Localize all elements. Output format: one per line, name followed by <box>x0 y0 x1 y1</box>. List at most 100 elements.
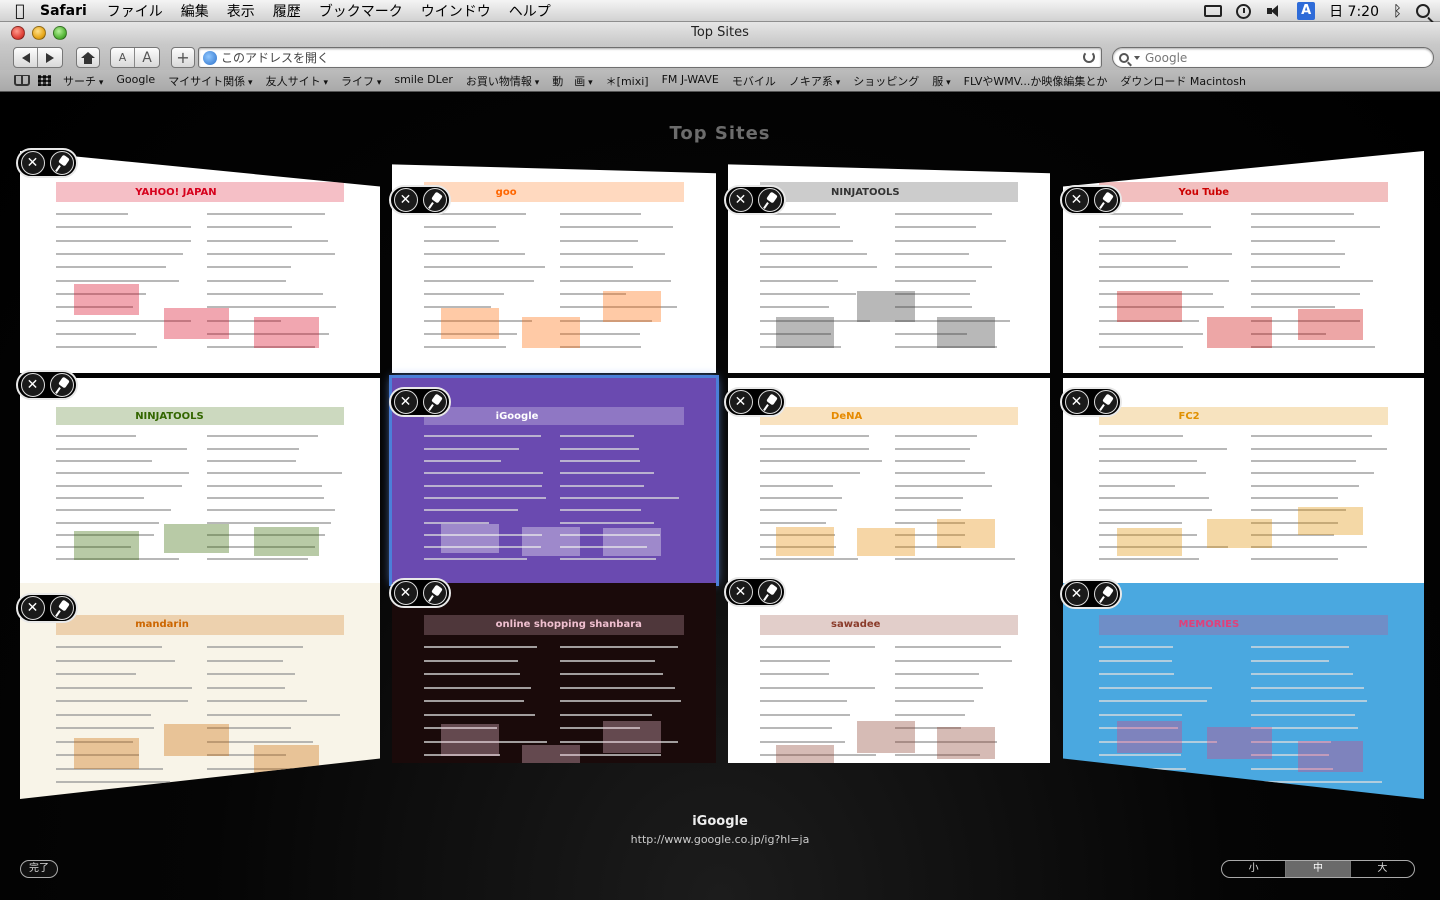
bookmark-item[interactable]: サーチ <box>63 73 103 89</box>
pin-site-icon[interactable] <box>422 581 447 605</box>
bookmark-item[interactable]: モバイル <box>732 73 776 89</box>
remove-site-icon[interactable]: ✕ <box>728 580 753 604</box>
top-site-tile[interactable]: NINJATOOLS <box>20 378 380 583</box>
pin-site-icon[interactable] <box>757 390 782 414</box>
text-size-group: A A <box>110 47 160 68</box>
pin-site-icon[interactable] <box>422 390 447 414</box>
text-bigger-button[interactable]: A <box>135 48 159 67</box>
menu-clock[interactable]: 日 7:20 <box>1329 1 1379 21</box>
status-area: A 日 7:20 ᛒ <box>1204 0 1430 22</box>
menu-file[interactable]: ファイル <box>107 1 163 21</box>
bookmark-item[interactable]: お買い物情報 <box>466 73 539 89</box>
top-site-tile[interactable]: online shopping shanbara <box>392 583 716 763</box>
close-window-button[interactable] <box>11 26 25 40</box>
display-icon[interactable] <box>1204 5 1223 17</box>
show-all-bookmarks-icon[interactable] <box>14 75 30 86</box>
pin-site-icon[interactable] <box>49 373 74 397</box>
app-menu-safari[interactable]: Safari <box>40 3 87 19</box>
menu-edit[interactable]: 編集 <box>181 1 209 21</box>
bookmark-item[interactable]: 友人サイト <box>266 73 328 89</box>
tile-controls: ✕ <box>389 185 451 215</box>
forward-arrow-icon <box>46 52 54 63</box>
volume-icon[interactable] <box>1265 4 1283 18</box>
menu-history[interactable]: 履歴 <box>273 1 301 21</box>
forward-button[interactable] <box>38 48 62 67</box>
top-site-tile[interactable]: YAHOO! JAPAN <box>20 151 380 373</box>
search-icon[interactable] <box>1119 52 1140 63</box>
top-site-tile[interactable]: goo <box>392 164 716 373</box>
search-field[interactable]: Google <box>1112 47 1434 68</box>
site-logo-text: MEMORIES <box>1178 619 1240 630</box>
pin-site-icon[interactable] <box>422 188 447 212</box>
size-medium-button[interactable]: 中 <box>1286 861 1351 877</box>
menu-bookmarks[interactable]: ブックマーク <box>319 1 403 21</box>
bluetooth-icon[interactable]: ᛒ <box>1393 2 1402 20</box>
bookmark-item[interactable]: ショッピング <box>853 73 919 89</box>
bookmark-list: サーチ Google マイサイト関係友人サイトライフ smile DLer お買い物情報… <box>63 73 1259 89</box>
done-button[interactable]: 完了 <box>20 860 58 878</box>
window-title: Top Sites <box>691 25 749 40</box>
pin-site-icon[interactable] <box>49 151 74 175</box>
reload-icon[interactable] <box>1083 51 1095 63</box>
bookmark-item[interactable]: ノキア系 <box>789 73 840 89</box>
apple-menu-icon[interactable]:  <box>0 1 40 20</box>
time-machine-icon[interactable] <box>1236 3 1252 19</box>
remove-site-icon[interactable]: ✕ <box>1064 390 1089 414</box>
bookmark-item[interactable]: ＊[mixi] <box>606 73 649 89</box>
bookmark-item[interactable]: FLVやWMV...か映像編集とか <box>964 73 1108 89</box>
remove-site-icon[interactable]: ✕ <box>1064 582 1089 606</box>
bookmark-item[interactable]: マイサイト関係 <box>168 73 252 89</box>
remove-site-icon[interactable]: ✕ <box>728 188 753 212</box>
top-site-tile[interactable]: MEMORIES <box>1063 583 1424 799</box>
pin-site-icon[interactable] <box>757 188 782 212</box>
remove-site-icon[interactable]: ✕ <box>20 596 45 620</box>
size-large-button[interactable]: 大 <box>1351 861 1414 877</box>
pin-site-icon[interactable] <box>1093 188 1118 212</box>
site-logo-text: NINJATOOLS <box>135 410 204 422</box>
remove-site-icon[interactable]: ✕ <box>1064 188 1089 212</box>
zoom-window-button[interactable] <box>53 26 67 40</box>
bookmark-item[interactable]: smile DLer <box>394 73 453 89</box>
bookmark-item[interactable]: ダウンロード Macintosh <box>1120 73 1246 89</box>
remove-site-icon[interactable]: ✕ <box>20 373 45 397</box>
grid-size-control: 小 中 大 <box>1221 860 1415 878</box>
input-menu-icon[interactable]: A <box>1297 2 1316 20</box>
remove-site-icon[interactable]: ✕ <box>393 390 418 414</box>
top-sites-grid-icon[interactable] <box>38 75 51 86</box>
pin-site-icon[interactable] <box>1093 582 1118 606</box>
site-logo-text: goo <box>495 186 517 198</box>
menu-help[interactable]: ヘルプ <box>509 1 551 21</box>
top-site-tile[interactable]: sawadee <box>728 583 1050 763</box>
pin-site-icon[interactable] <box>757 580 782 604</box>
remove-site-icon[interactable]: ✕ <box>393 581 418 605</box>
menu-view[interactable]: 表示 <box>227 1 255 21</box>
remove-site-icon[interactable]: ✕ <box>20 151 45 175</box>
pin-site-icon[interactable] <box>1093 390 1118 414</box>
text-smaller-button[interactable]: A <box>111 48 135 67</box>
add-bookmark-button[interactable]: + <box>171 47 195 68</box>
bookmark-item[interactable]: ライフ <box>341 73 381 89</box>
search-placeholder: Google <box>1145 50 1188 65</box>
address-field[interactable]: このアドレスを開く <box>198 47 1102 68</box>
remove-site-icon[interactable]: ✕ <box>393 188 418 212</box>
back-forward-group <box>13 47 63 68</box>
top-site-tile[interactable]: NINJATOOLS <box>728 164 1050 373</box>
bookmark-item[interactable]: 服 <box>932 73 950 89</box>
home-button[interactable] <box>76 47 100 68</box>
top-sites-view: Top Sites YAHOO! JAPAN ✕ goo ✕ NINJATOOLS ✕ Yo… <box>0 93 1440 900</box>
tile-controls: ✕ <box>724 185 786 215</box>
minimize-window-button[interactable] <box>32 26 46 40</box>
size-small-button[interactable]: 小 <box>1222 861 1287 877</box>
tile-controls: ✕ <box>389 387 451 417</box>
top-site-tile[interactable]: You Tube <box>1063 151 1424 373</box>
pin-site-icon[interactable] <box>49 596 74 620</box>
back-button[interactable] <box>14 48 38 67</box>
bookmark-item[interactable]: Google <box>116 73 155 89</box>
selected-site-title: iGoogle <box>692 814 748 829</box>
bookmark-item[interactable]: 動 画 <box>552 73 592 89</box>
site-thumbnail <box>728 164 1050 373</box>
bookmark-item[interactable]: FM J-WAVE <box>662 73 719 89</box>
remove-site-icon[interactable]: ✕ <box>728 390 753 414</box>
menu-window[interactable]: ウインドウ <box>421 1 491 21</box>
spotlight-icon[interactable] <box>1416 4 1430 18</box>
